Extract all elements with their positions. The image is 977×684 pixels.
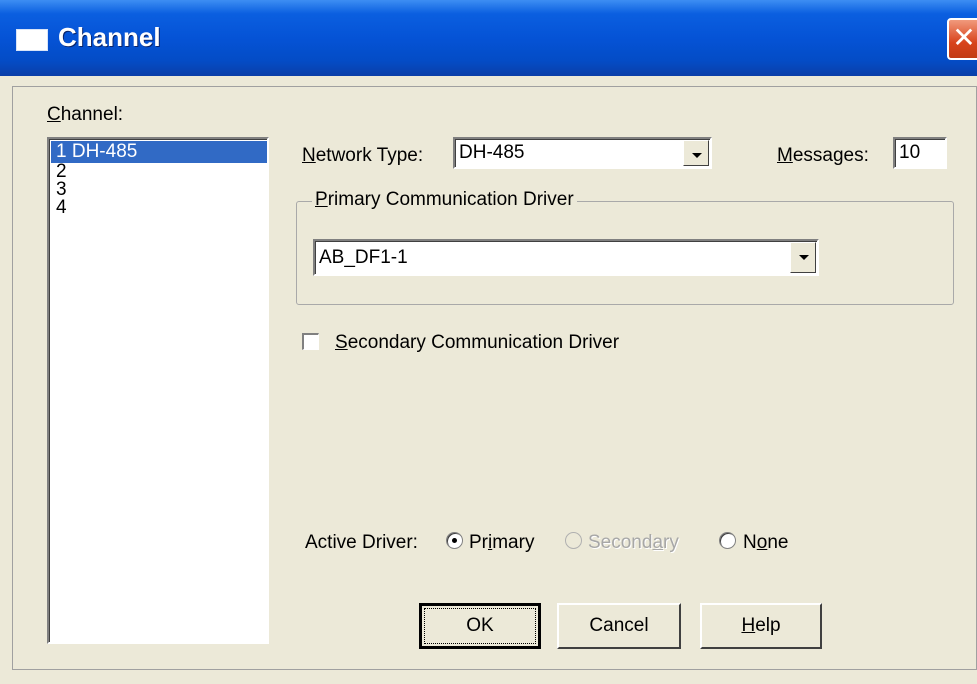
help-button[interactable]: Help — [700, 603, 822, 649]
network-type-select[interactable]: DH-485 — [453, 137, 712, 169]
window-icon — [16, 29, 48, 51]
messages-input[interactable]: 10 — [893, 137, 947, 169]
active-driver-none-label[interactable]: None — [743, 532, 788, 554]
channel-label: Channel: — [47, 104, 124, 125]
active-driver-label: Active Driver: — [305, 532, 418, 553]
channel-list-item-3[interactable]: 3 — [51, 180, 267, 199]
title-bar[interactable]: Channel ✕ — [0, 0, 977, 76]
primary-driver-group-title: Primary Communication Driver — [312, 189, 577, 211]
channel-list[interactable]: 1 DH-485 2 3 4 — [47, 137, 269, 644]
network-type-value: DH-485 — [459, 142, 525, 163]
channel-list-item-2[interactable]: 2 — [51, 162, 267, 181]
primary-driver-value: AB_DF1-1 — [319, 247, 408, 268]
channel-list-item-1[interactable]: 1 DH-485 — [51, 141, 267, 163]
window-title: Channel — [58, 22, 161, 52]
network-type-dropdown-arrow-icon[interactable] — [683, 140, 709, 166]
active-driver-primary-radio[interactable] — [446, 532, 463, 549]
primary-driver-select[interactable]: AB_DF1-1 — [313, 239, 819, 276]
channel-dialog: Channel ✕ Channel: 1 DH-485 2 3 4 Networ… — [0, 0, 977, 684]
active-driver-secondary-label: Secondary — [588, 532, 679, 553]
ok-button[interactable]: OK — [419, 603, 541, 649]
primary-driver-dropdown-arrow-icon[interactable] — [790, 242, 816, 273]
active-driver-secondary-radio — [565, 532, 582, 549]
network-type-label: Network Type: — [302, 145, 424, 166]
close-button[interactable]: ✕ — [947, 18, 977, 60]
active-driver-primary-label[interactable]: Primary — [469, 532, 534, 554]
cancel-button[interactable]: Cancel — [557, 603, 681, 649]
active-driver-none-radio[interactable] — [719, 532, 736, 549]
secondary-driver-label[interactable]: Secondary Communication Driver — [335, 332, 619, 354]
messages-label: Messages: — [777, 145, 869, 166]
channel-list-item-4[interactable]: 4 — [51, 198, 267, 217]
secondary-driver-checkbox[interactable] — [302, 333, 319, 350]
